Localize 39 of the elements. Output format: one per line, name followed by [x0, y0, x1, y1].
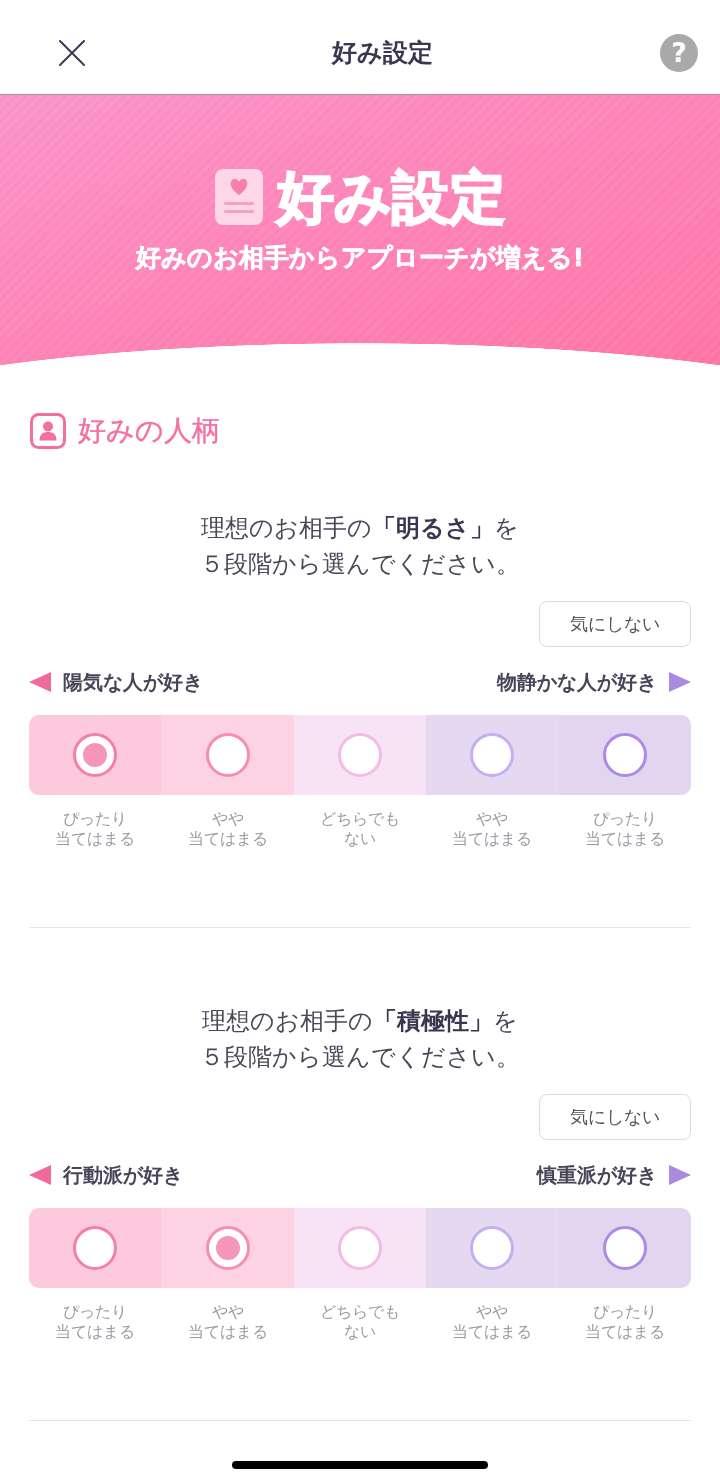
option-label: やや当てはまる	[186, 1302, 269, 1342]
option-label: ぴったり当てはまる	[54, 1302, 137, 1342]
rating-radio[interactable]	[205, 1226, 250, 1270]
option-label: やや当てはまる	[186, 809, 269, 849]
rating-radio[interactable]	[205, 733, 250, 777]
rating-radio[interactable]	[73, 1226, 118, 1270]
option-label: ぴったり当てはまる	[54, 809, 137, 849]
page-title: 好み設定	[331, 37, 433, 69]
scale-right-label: 物静かな人が好き	[497, 670, 657, 694]
section-title: 好みの人柄	[78, 413, 220, 449]
skip-button[interactable]: 気にしない	[539, 601, 691, 647]
hero-title: 好み設定	[276, 166, 506, 228]
scale-left-label: 陽気な人が好き	[63, 670, 203, 694]
left-triangle-icon	[29, 1165, 51, 1185]
rating-radio[interactable]	[338, 1226, 382, 1270]
option-label: どちらでもない	[319, 1302, 401, 1342]
person-icon	[30, 413, 66, 449]
question-text: 理想のお相手の「積極性」を５段階から選んでください。	[199, 1006, 521, 1073]
rating-radio[interactable]	[602, 1226, 647, 1270]
right-triangle-icon	[669, 1165, 691, 1185]
rating-radio[interactable]	[602, 733, 647, 777]
option-label: どちらでもない	[319, 809, 401, 849]
option-label: ぴったり当てはまる	[583, 809, 666, 849]
scale-right-label: 慎重派が好き	[537, 1163, 657, 1187]
hero-subtitle: 好みのお相手からアプローチが増える!	[135, 243, 585, 273]
close-icon	[59, 39, 85, 66]
rating-radio[interactable]	[470, 733, 515, 777]
left-triangle-icon	[29, 672, 51, 692]
rating-radio[interactable]	[73, 733, 118, 777]
skip-button[interactable]: 気にしない	[539, 1094, 691, 1140]
right-triangle-icon	[669, 672, 691, 692]
rating-radio[interactable]	[470, 1226, 515, 1270]
scale-left-label: 行動派が好き	[63, 1163, 183, 1187]
option-label: ぴったり当てはまる	[583, 1302, 666, 1342]
option-label: やや当てはまる	[451, 809, 534, 849]
rating-radio[interactable]	[338, 733, 382, 777]
option-label: やや当てはまる	[451, 1302, 534, 1342]
heart-card-icon	[214, 169, 263, 225]
question-text: 理想のお相手の「明るさ」を５段階から選んでください。	[199, 513, 521, 580]
